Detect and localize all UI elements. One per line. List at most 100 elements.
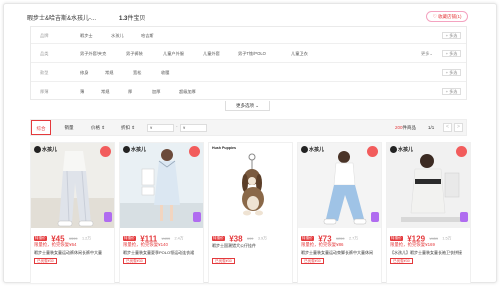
sold-count: 1.5万 bbox=[442, 236, 452, 241]
sort-sales-button[interactable]: 销量 bbox=[59, 120, 79, 135]
result-count-suffix: 件商品 bbox=[402, 125, 417, 130]
coupon-badge: 已优惠¥30 bbox=[390, 258, 413, 264]
product-card[interactable]: 水孩儿 特惠价 ¥129 ¥459 1.5万 限量抢，抢完恢复¥169 【水孩儿… bbox=[386, 142, 471, 284]
brand-logo-icon bbox=[301, 146, 308, 153]
brand-name: Hush Puppies bbox=[212, 146, 236, 150]
filter-option[interactable]: 收腰 bbox=[161, 70, 169, 76]
product-image[interactable]: 水孩儿 bbox=[31, 143, 114, 228]
price-row: 特惠价 ¥129 ¥459 1.5万 bbox=[390, 230, 470, 243]
product-count: 1.3件宝贝 bbox=[119, 13, 145, 22]
filter-option[interactable]: 男子外套/夹克 bbox=[80, 51, 106, 57]
brand-logo: 水孩儿 bbox=[123, 146, 146, 153]
live-badge-icon bbox=[193, 212, 201, 222]
live-badge-icon bbox=[371, 212, 379, 222]
brand-logo-icon bbox=[34, 146, 41, 153]
filter-option[interactable]: 儿童外套 bbox=[203, 51, 220, 57]
brand-logo: 水孩儿 bbox=[390, 146, 413, 153]
price-row: 特惠价 ¥45 ¥399 1.2万 bbox=[34, 230, 114, 243]
filter-option[interactable]: 超级加厚 bbox=[179, 89, 196, 95]
store-header: 暇步士&哈吉斯&水孩儿-... 1.3件宝贝 ♡收藏店铺(1) bbox=[27, 11, 468, 23]
coupon-badge: 已优惠¥30 bbox=[212, 258, 235, 264]
price-min-input[interactable]: ¥ bbox=[147, 124, 174, 132]
page-indicator: 1/1 bbox=[428, 125, 435, 130]
prev-page-button[interactable]: < bbox=[443, 123, 452, 132]
special-price-tag: 特惠价 bbox=[123, 236, 136, 242]
filter-option[interactable]: 水孩儿 bbox=[111, 33, 124, 39]
filter-option[interactable]: 常规 bbox=[105, 70, 113, 76]
more-options-button[interactable]: 更多选项 ⌄ bbox=[225, 101, 270, 111]
heart-icon: ♡ bbox=[432, 14, 437, 20]
favorite-store-button[interactable]: ♡收藏店铺(1) bbox=[426, 11, 468, 22]
product-image[interactable]: Hush Puppies bbox=[209, 143, 292, 228]
product-title[interactable]: 暇步士童装女童运动束脚长裤中大童休闲 bbox=[301, 250, 381, 256]
promo-text: 限量抢，抢完恢复¥169 bbox=[390, 242, 435, 247]
product-title[interactable]: 暇步士国潮猎犬公仔挂件 bbox=[212, 243, 292, 249]
filter-option[interactable]: 哈吉斯 bbox=[141, 33, 154, 39]
product-card[interactable]: 水孩儿 特惠价 ¥45 ¥399 1.2万 限量抢，抢完恢复¥64 暇步士童装女… bbox=[30, 142, 115, 284]
sort-discount-button[interactable]: 折扣 ⇕ bbox=[115, 120, 141, 135]
multi-select-button[interactable]: + 多选 bbox=[442, 50, 461, 57]
filter-label: 款型 bbox=[40, 70, 49, 75]
filter-option[interactable]: 暇步士 bbox=[80, 33, 93, 39]
promo-badge-icon bbox=[100, 146, 111, 157]
filter-option[interactable]: 儿童卫衣 bbox=[291, 51, 308, 57]
promo-badge-icon bbox=[189, 146, 200, 157]
filter-label: 品类 bbox=[40, 51, 49, 56]
filter-row-category: 品类 男子外套/夹克 男子裤装 儿童户外服 儿童外套 男子T恤/POLO 儿童卫… bbox=[31, 44, 466, 63]
product-title[interactable]: 暇步士童装女童运动裤休闲长裤中大童 bbox=[34, 250, 114, 256]
multi-select-button[interactable]: + 多选 bbox=[442, 32, 461, 39]
promo-text: 限量抢，抢完恢复¥86 bbox=[301, 242, 344, 247]
brand-name: 水孩儿 bbox=[42, 147, 58, 153]
brand-logo-icon bbox=[123, 146, 130, 153]
filter-more-button[interactable]: 更多⌄ bbox=[421, 51, 433, 57]
brand-name: 水孩儿 bbox=[131, 147, 147, 153]
product-image[interactable]: 水孩儿 bbox=[120, 143, 203, 228]
multi-select-button[interactable]: + 多选 bbox=[442, 69, 461, 76]
live-badge-icon bbox=[104, 212, 112, 222]
product-card[interactable]: 水孩儿 特惠价 ¥111 ¥499 2.4万 限量抢，抢完恢复¥140 暇步士童… bbox=[119, 142, 204, 284]
product-title[interactable]: 暇步士童装女童夏季POLO领运动连衣裙 bbox=[123, 250, 203, 256]
promo-text: 限量抢，抢完恢复¥64 bbox=[34, 242, 77, 247]
sort-default-button[interactable]: 综合 bbox=[31, 120, 51, 135]
price-row: 特惠价 ¥73 ¥259 2.7万 bbox=[301, 230, 381, 243]
filter-option[interactable]: 加厚 bbox=[152, 89, 160, 95]
filter-option[interactable]: 常规 bbox=[101, 89, 109, 95]
special-price-tag: 特惠价 bbox=[34, 236, 47, 242]
product-image[interactable]: 水孩儿 bbox=[387, 143, 470, 228]
filter-label: 厚薄 bbox=[40, 89, 49, 94]
special-price-tag: 特惠价 bbox=[390, 236, 403, 242]
product-image[interactable]: 水孩儿 bbox=[298, 143, 381, 228]
product-title[interactable]: 【水孩儿】暇步士童装女童长袖卫衣拼接 bbox=[390, 250, 470, 256]
sort-price-button[interactable]: 价格 ⇕ bbox=[85, 120, 111, 135]
original-price: ¥459 bbox=[429, 236, 438, 241]
coupon-badge: 已优惠¥30 bbox=[301, 258, 324, 264]
filter-row-fit: 款型 修身 常规 宽松 收腰 + 多选 bbox=[31, 63, 466, 82]
filter-option[interactable]: 薄 bbox=[80, 89, 84, 95]
brand-logo: 水孩儿 bbox=[301, 146, 324, 153]
filter-option[interactable]: 修身 bbox=[80, 70, 88, 76]
filter-row-thickness: 厚薄 薄 常规 厚 加厚 超级加厚 + 多选 bbox=[31, 82, 466, 100]
filter-option[interactable]: 男子T恤/POLO bbox=[238, 51, 266, 57]
product-card[interactable]: 水孩儿 特惠价 ¥73 ¥259 2.7万 限量抢，抢完恢复¥86 暇步士童装女… bbox=[297, 142, 382, 284]
live-badge-icon bbox=[460, 212, 468, 222]
product-count-unit: 件宝贝 bbox=[127, 16, 146, 22]
product-card[interactable]: Hush Puppies 特惠价 ¥38 ¥99 3.9万 暇步士国潮猎犬公仔挂… bbox=[208, 142, 293, 284]
price-max-input[interactable]: ¥ bbox=[180, 124, 207, 132]
price-row: 特惠价 ¥111 ¥499 2.4万 bbox=[123, 230, 203, 243]
special-price-tag: 特惠价 bbox=[301, 236, 314, 242]
filter-option[interactable]: 男子裤装 bbox=[126, 51, 143, 57]
filter-row-brand: 品牌 暇步士 水孩儿 哈吉斯 + 多选 bbox=[31, 27, 466, 44]
promo-badge-icon bbox=[367, 146, 378, 157]
sort-bar: 综合 销量 价格 ⇕ 折扣 ⇕ ¥ - ¥ 200件商品 1/1 < > bbox=[30, 119, 467, 136]
next-page-button[interactable]: > bbox=[454, 123, 463, 132]
price-range-dash: - bbox=[176, 124, 178, 129]
coupon-badge: 已优惠¥30 bbox=[34, 258, 57, 264]
filter-option[interactable]: 宽松 bbox=[133, 70, 141, 76]
filter-option[interactable]: 儿童户外服 bbox=[163, 51, 184, 57]
filter-option[interactable]: 厚 bbox=[128, 89, 132, 95]
brand-logo: Hush Puppies bbox=[212, 146, 236, 150]
brand-logo-icon bbox=[390, 146, 397, 153]
sold-count: 1.2万 bbox=[81, 236, 92, 241]
original-price: ¥259 bbox=[336, 236, 345, 241]
multi-select-button[interactable]: + 多选 bbox=[442, 88, 461, 95]
